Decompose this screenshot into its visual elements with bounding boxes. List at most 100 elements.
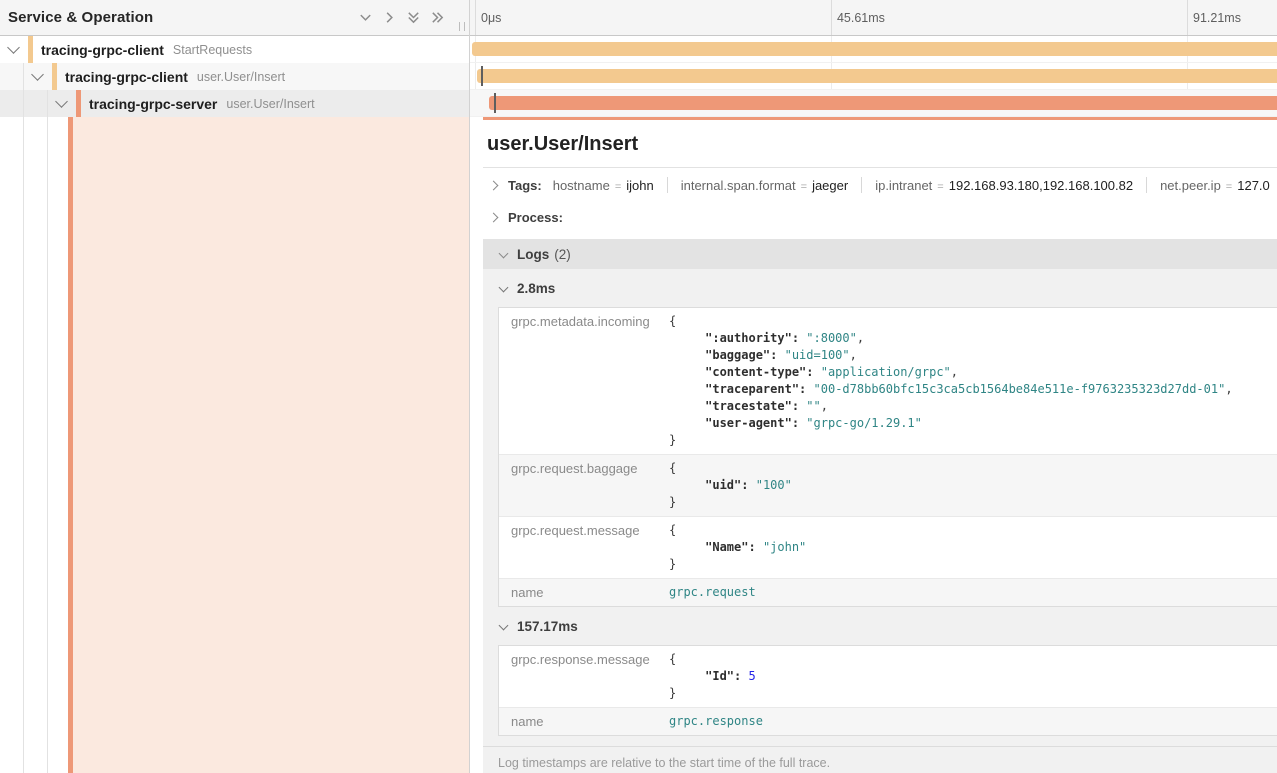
span-row-tracing-grpc-server[interactable]: tracing-grpc-server user.User/Insert	[0, 90, 469, 117]
timeline-row-0[interactable]	[470, 36, 1277, 63]
span-detail: user.User/Insert Tags: hostname = ijohn int…	[470, 117, 1277, 773]
ruler-tick-line	[475, 0, 476, 35]
log-field-value: { "Id": 5}	[669, 651, 1277, 702]
span-row-tracing-grpc-client[interactable]: tracing-grpc-client StartRequests	[0, 36, 469, 63]
expand-chevron-down-icon[interactable]	[31, 68, 44, 81]
chevron-right-icon[interactable]	[382, 10, 397, 25]
log-marker	[481, 66, 483, 86]
log-field-grpc.response.message: grpc.response.message{ "Id": 5}	[499, 646, 1277, 707]
span-tree: tracing-grpc-clientStartRequeststracing-…	[0, 36, 469, 117]
tag-value: ijohn	[626, 178, 653, 193]
tag-equals: =	[937, 181, 943, 193]
span-detail-title: user.User/Insert	[483, 120, 1277, 167]
trace-view: Service & Operation tracing-grpc-client S…	[0, 0, 1277, 773]
double-chevron-down-icon[interactable]	[406, 10, 421, 25]
log-field-grpc.metadata.incoming: grpc.metadata.incoming{ ":authority": ":…	[499, 308, 1277, 454]
log-field-value: grpc.request	[669, 584, 1277, 601]
tag-key: hostname	[553, 178, 610, 193]
selected-span-highlight	[68, 117, 469, 773]
span-tree-header: Service & Operation	[0, 0, 469, 36]
tags-label: Tags:	[508, 178, 542, 193]
log-field-value: { ":authority": ":8000", "baggage": "uid…	[669, 313, 1277, 449]
ruler-tick-label: 45.61ms	[837, 11, 885, 25]
logs-section-header[interactable]: Logs (2)	[483, 239, 1277, 269]
log-field-name: namegrpc.request	[499, 578, 1277, 606]
tags-row[interactable]: Tags: hostname = ijohn internal.span.format…	[483, 168, 1277, 202]
span-bar[interactable]	[477, 69, 1277, 83]
tag-net.peer.ip: net.peer.ip=127.0	[1160, 178, 1270, 193]
ruler-tick-line	[1187, 0, 1188, 35]
span-color-bar	[76, 90, 81, 117]
tag-equals: =	[615, 181, 621, 193]
operation-name: user.User/Insert	[226, 97, 314, 111]
tag-hostname: hostname = ijohn	[553, 178, 654, 193]
chevron-down-icon[interactable]	[358, 10, 373, 25]
span-bar[interactable]	[489, 96, 1277, 110]
log-marker	[494, 93, 496, 113]
tag-equals: =	[1226, 181, 1232, 193]
indent-guide	[47, 90, 48, 773]
tag-key: net.peer.ip	[1160, 178, 1221, 193]
logs-title: Logs	[517, 247, 549, 262]
log-fields-table: grpc.metadata.incoming{ ":authority": ":…	[498, 307, 1277, 607]
log-entry-toggle-2.8ms[interactable]: 2.8ms	[498, 269, 1277, 307]
span-color-bar	[52, 63, 57, 90]
log-field-grpc.request.message: grpc.request.message{ "Name": "john"}	[499, 516, 1277, 578]
ruler-tick-label: 91.21ms	[1193, 11, 1241, 25]
log-field-value: { "Name": "john"}	[669, 522, 1277, 573]
panel-resize-grip[interactable]	[459, 22, 465, 31]
service-operation-title: Service & Operation	[8, 9, 358, 26]
expand-chevron-down-icon[interactable]	[55, 95, 68, 108]
log-field-key: name	[499, 713, 669, 730]
tag-key: internal.span.format	[681, 178, 796, 193]
chevron-down-icon	[499, 282, 509, 292]
log-entry-time: 2.8ms	[517, 281, 555, 296]
process-row[interactable]: Process:	[483, 202, 1277, 232]
service-name: tracing-grpc-server	[89, 96, 217, 112]
tag-separator	[1146, 177, 1147, 193]
log-field-grpc.request.baggage: grpc.request.baggage{ "uid": "100"}	[499, 454, 1277, 516]
tag-equals: =	[801, 181, 807, 193]
expand-chevron-down-icon[interactable]	[7, 41, 20, 54]
log-entry-toggle-157.17ms[interactable]: 157.17ms	[498, 607, 1277, 645]
log-entry-time: 157.17ms	[517, 619, 578, 634]
tag-separator	[861, 177, 862, 193]
chevron-right-icon	[489, 180, 499, 190]
span-row-tracing-grpc-client[interactable]: tracing-grpc-client user.User/Insert	[0, 63, 469, 90]
service-name: tracing-grpc-client	[65, 69, 188, 85]
log-field-key: grpc.metadata.incoming	[499, 313, 669, 449]
logs-entries: 2.8ms grpc.metadata.incoming{ ":authority…	[498, 269, 1277, 736]
timeline-panel: 0μs 45.61ms 91.21ms user.User/Insert Tags:…	[470, 0, 1277, 773]
log-field-key: grpc.request.message	[499, 522, 669, 573]
span-detail-card: user.User/Insert Tags: hostname = ijohn int…	[483, 117, 1277, 773]
log-fields-table: grpc.response.message{ "Id": 5}namegrpc.…	[498, 645, 1277, 736]
operation-name: user.User/Insert	[197, 70, 285, 84]
operation-name: StartRequests	[173, 43, 252, 57]
log-field-value: grpc.response	[669, 713, 1277, 730]
tag-ip.intranet: ip.intranet = 192.168.93.180,192.168.100.8…	[875, 178, 1133, 193]
log-field-value: { "uid": "100"}	[669, 460, 1277, 511]
indent-guide	[23, 63, 24, 773]
chevron-down-icon	[499, 620, 509, 630]
tag-value: 192.168.93.180,192.168.100.82	[949, 178, 1133, 193]
log-field-key: grpc.request.baggage	[499, 460, 669, 511]
tag-separator	[667, 177, 668, 193]
timeline-row-1[interactable]	[470, 63, 1277, 90]
tag-value: jaeger	[812, 178, 848, 193]
log-field-name: namegrpc.response	[499, 707, 1277, 735]
ruler-tick-line	[831, 0, 832, 35]
tag-key: ip.intranet	[875, 178, 932, 193]
logs-footer-note: Log timestamps are relative to the start…	[483, 746, 1277, 773]
tags-list: hostname = ijohn internal.span.format = jaege…	[553, 177, 1277, 193]
span-tree-panel: Service & Operation tracing-grpc-client S…	[0, 0, 470, 773]
logs-count: (2)	[554, 247, 571, 262]
timeline-row-2[interactable]	[470, 90, 1277, 117]
span-bar[interactable]	[472, 42, 1277, 56]
service-name: tracing-grpc-client	[41, 42, 164, 58]
ruler-tick-label: 0μs	[481, 11, 501, 25]
double-chevron-right-icon[interactable]	[430, 10, 445, 25]
span-color-bar	[28, 36, 33, 63]
timeline-rows	[470, 36, 1277, 117]
timeline-ruler[interactable]: 0μs 45.61ms 91.21ms	[470, 0, 1277, 36]
log-field-key: name	[499, 584, 669, 601]
